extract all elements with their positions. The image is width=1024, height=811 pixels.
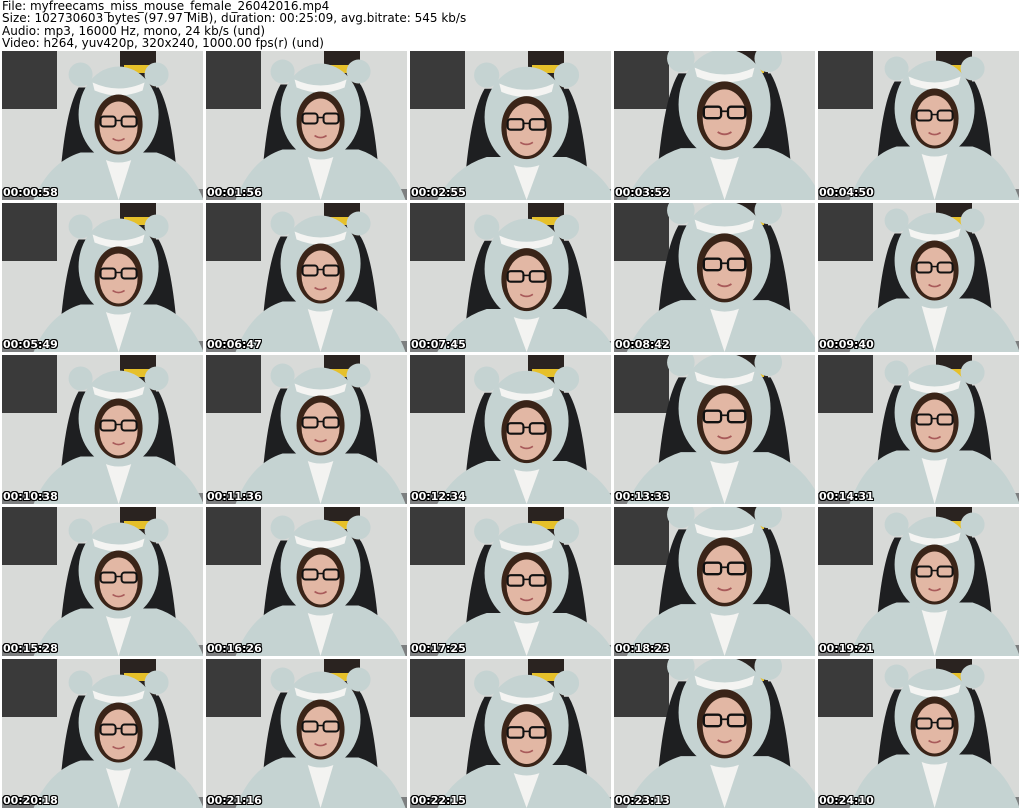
thumbnail-image [614, 203, 815, 352]
thumbnail-image [818, 355, 1019, 504]
video-thumbnail: 00:10:38 [2, 355, 203, 504]
thumbnail-image [818, 203, 1019, 352]
video-thumbnail: 00:14:31 [818, 355, 1019, 504]
thumbnail-image [206, 203, 407, 352]
video-thumbnail: 00:18:23 [614, 507, 815, 656]
video-thumbnail: 00:07:45 [410, 203, 611, 352]
thumbnail-image [206, 507, 407, 656]
video-thumbnail: 00:04:50 [818, 51, 1019, 200]
thumbnail-timestamp: 00:20:18 [3, 794, 58, 807]
video-thumbnail: 00:11:36 [206, 355, 407, 504]
thumbnail-timestamp: 00:18:23 [615, 642, 670, 655]
thumbnail-image [2, 203, 203, 352]
thumbnail-image [2, 659, 203, 808]
thumbnail-timestamp: 00:22:15 [411, 794, 466, 807]
thumbnail-timestamp: 00:16:26 [207, 642, 262, 655]
thumbnail-image [818, 659, 1019, 808]
thumbnail-image [206, 659, 407, 808]
thumbnail-image [2, 507, 203, 656]
thumbnail-image [614, 507, 815, 656]
video-thumbnail: 00:12:34 [410, 355, 611, 504]
thumbnail-timestamp: 00:04:50 [819, 186, 874, 199]
thumbnail-timestamp: 00:07:45 [411, 338, 466, 351]
thumbnail-image [410, 203, 611, 352]
video-thumbnail: 00:24:10 [818, 659, 1019, 808]
thumbnail-timestamp: 00:02:55 [411, 186, 466, 199]
thumbnail-timestamp: 00:12:34 [411, 490, 466, 503]
thumbnail-image [614, 355, 815, 504]
video-thumbnail: 00:00:58 [2, 51, 203, 200]
thumbnail-timestamp: 00:01:56 [207, 186, 262, 199]
thumbnail-image [818, 507, 1019, 656]
thumbnail-image [410, 51, 611, 200]
thumbnail-image [410, 659, 611, 808]
thumbnail-image [614, 51, 815, 200]
thumbnail-timestamp: 00:14:31 [819, 490, 874, 503]
thumbnail-timestamp: 00:17:25 [411, 642, 466, 655]
thumbnail-image [206, 51, 407, 200]
thumbnail-timestamp: 00:08:42 [615, 338, 670, 351]
thumbnail-image [410, 507, 611, 656]
video-thumbnail: 00:23:13 [614, 659, 815, 808]
thumbnail-timestamp: 00:11:36 [207, 490, 262, 503]
video-thumbnail: 00:03:52 [614, 51, 815, 200]
video-thumbnail: 00:01:56 [206, 51, 407, 200]
video-thumbnail: 00:02:55 [410, 51, 611, 200]
thumbnail-timestamp: 00:23:13 [615, 794, 670, 807]
video-thumbnail: 00:16:26 [206, 507, 407, 656]
thumbnail-image [410, 355, 611, 504]
thumbnail-grid: 00:00:58 00:01:56 00:02:55 00:03:52 00:0… [2, 51, 1022, 809]
thumbnail-timestamp: 00:24:10 [819, 794, 874, 807]
video-info-line: Video: h264, yuv420p, 320x240, 1000.00 f… [2, 36, 324, 51]
thumbnail-timestamp: 00:00:58 [3, 186, 58, 199]
video-thumbnail: 00:05:49 [2, 203, 203, 352]
thumbnail-timestamp: 00:10:38 [3, 490, 58, 503]
thumbnail-timestamp: 00:05:49 [3, 338, 58, 351]
thumbnail-image [614, 659, 815, 808]
thumbnail-timestamp: 00:19:21 [819, 642, 874, 655]
video-thumbnail: 00:09:40 [818, 203, 1019, 352]
file-info-header: File: myfreecams_miss_mouse_female_26042… [2, 0, 1022, 50]
thumbnail-image [818, 51, 1019, 200]
video-thumbnail: 00:06:47 [206, 203, 407, 352]
thumbnail-timestamp: 00:03:52 [615, 186, 670, 199]
thumbnail-image [206, 355, 407, 504]
thumbnail-timestamp: 00:13:33 [615, 490, 670, 503]
thumbnail-timestamp: 00:21:16 [207, 794, 262, 807]
video-thumbnail: 00:13:33 [614, 355, 815, 504]
thumbnail-timestamp: 00:15:28 [3, 642, 58, 655]
video-thumbnail: 00:17:25 [410, 507, 611, 656]
video-thumbnail: 00:15:28 [2, 507, 203, 656]
video-thumbnail: 00:19:21 [818, 507, 1019, 656]
thumbnail-image [2, 51, 203, 200]
video-thumbnail: 00:21:16 [206, 659, 407, 808]
video-thumbnail: 00:20:18 [2, 659, 203, 808]
thumbnail-image [2, 355, 203, 504]
video-thumbnail: 00:08:42 [614, 203, 815, 352]
file-size-line: Size: 102730603 bytes (97.97 MiB), durat… [2, 11, 467, 26]
video-thumbnail: 00:22:15 [410, 659, 611, 808]
thumbnail-timestamp: 00:06:47 [207, 338, 262, 351]
thumbnail-timestamp: 00:09:40 [819, 338, 874, 351]
